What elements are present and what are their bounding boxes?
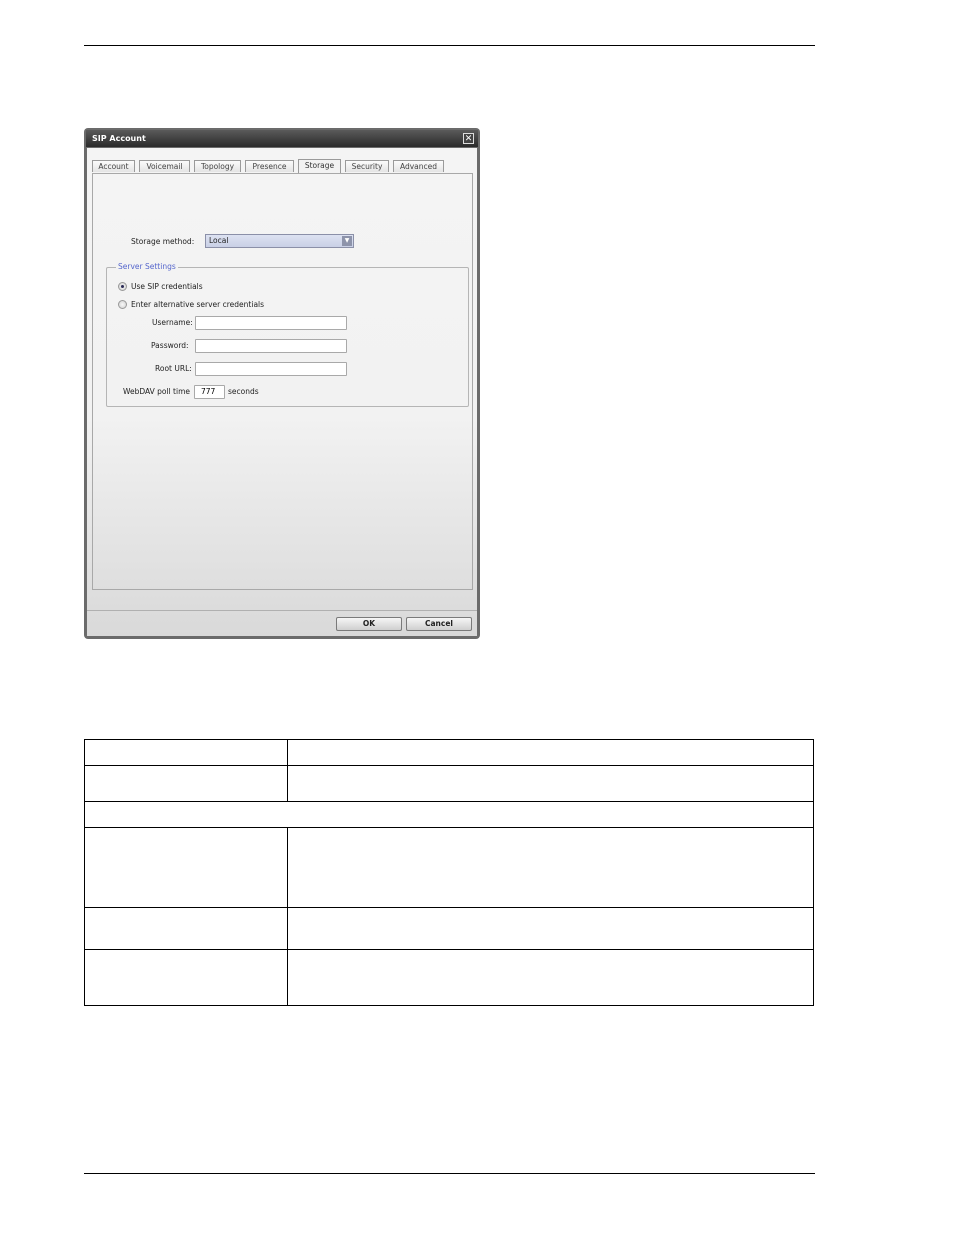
tab-presence[interactable]: Presence [245, 160, 294, 172]
table-row-divider [85, 949, 813, 950]
tab-advanced[interactable]: Advanced [393, 160, 444, 172]
tab-storage[interactable]: Storage [298, 159, 341, 173]
header-rule [84, 45, 815, 46]
alternative-credentials-radio[interactable] [118, 300, 127, 309]
use-sip-credentials-radio[interactable] [118, 282, 127, 291]
dialog-client-area: Account Voicemail Topology Presence Stor… [87, 148, 477, 636]
chevron-down-icon[interactable]: ▼ [342, 236, 352, 246]
close-icon[interactable]: ✕ [463, 133, 474, 144]
alternative-credentials-label[interactable]: Enter alternative server credentials [131, 300, 264, 309]
footer-rule [84, 1173, 815, 1174]
parameter-table [84, 739, 814, 1006]
webdav-unit-label: seconds [228, 387, 259, 396]
table-column-divider [287, 827, 288, 1005]
username-label: Username: [152, 318, 193, 327]
server-settings-legend: Server Settings [116, 262, 178, 271]
dialog-title-bar[interactable]: SIP Account ✕ [86, 130, 478, 147]
root-url-label: Root URL: [155, 364, 192, 373]
password-label: Password: [151, 341, 189, 350]
storage-tab-panel: Storage method: Local ▼ Server Settings … [92, 173, 473, 590]
table-row-divider [85, 801, 813, 802]
storage-method-select[interactable]: Local ▼ [205, 234, 354, 248]
table-row-divider [85, 765, 813, 766]
root-url-field[interactable] [195, 362, 347, 376]
tab-account[interactable]: Account [92, 160, 135, 172]
footer-divider [87, 610, 477, 611]
table-row-divider [85, 907, 813, 908]
storage-method-value: Local [209, 236, 229, 245]
sip-account-dialog: SIP Account ✕ Account Voicemail Topology… [84, 128, 480, 639]
webdav-poll-label: WebDAV poll time [123, 387, 191, 396]
cancel-button[interactable]: Cancel [406, 617, 472, 631]
ok-button[interactable]: OK [336, 617, 402, 631]
username-field[interactable] [195, 316, 347, 330]
tab-voicemail[interactable]: Voicemail [139, 160, 190, 172]
use-sip-credentials-label[interactable]: Use SIP credentials [131, 282, 203, 291]
tab-topology[interactable]: Topology [194, 160, 241, 172]
password-field[interactable] [195, 339, 347, 353]
table-row-divider [85, 827, 813, 828]
storage-method-label: Storage method: [131, 237, 195, 246]
tab-security[interactable]: Security [345, 160, 389, 172]
webdav-poll-field[interactable]: 777 [194, 385, 225, 399]
dialog-title: SIP Account [92, 134, 146, 143]
table-column-divider [287, 740, 288, 801]
